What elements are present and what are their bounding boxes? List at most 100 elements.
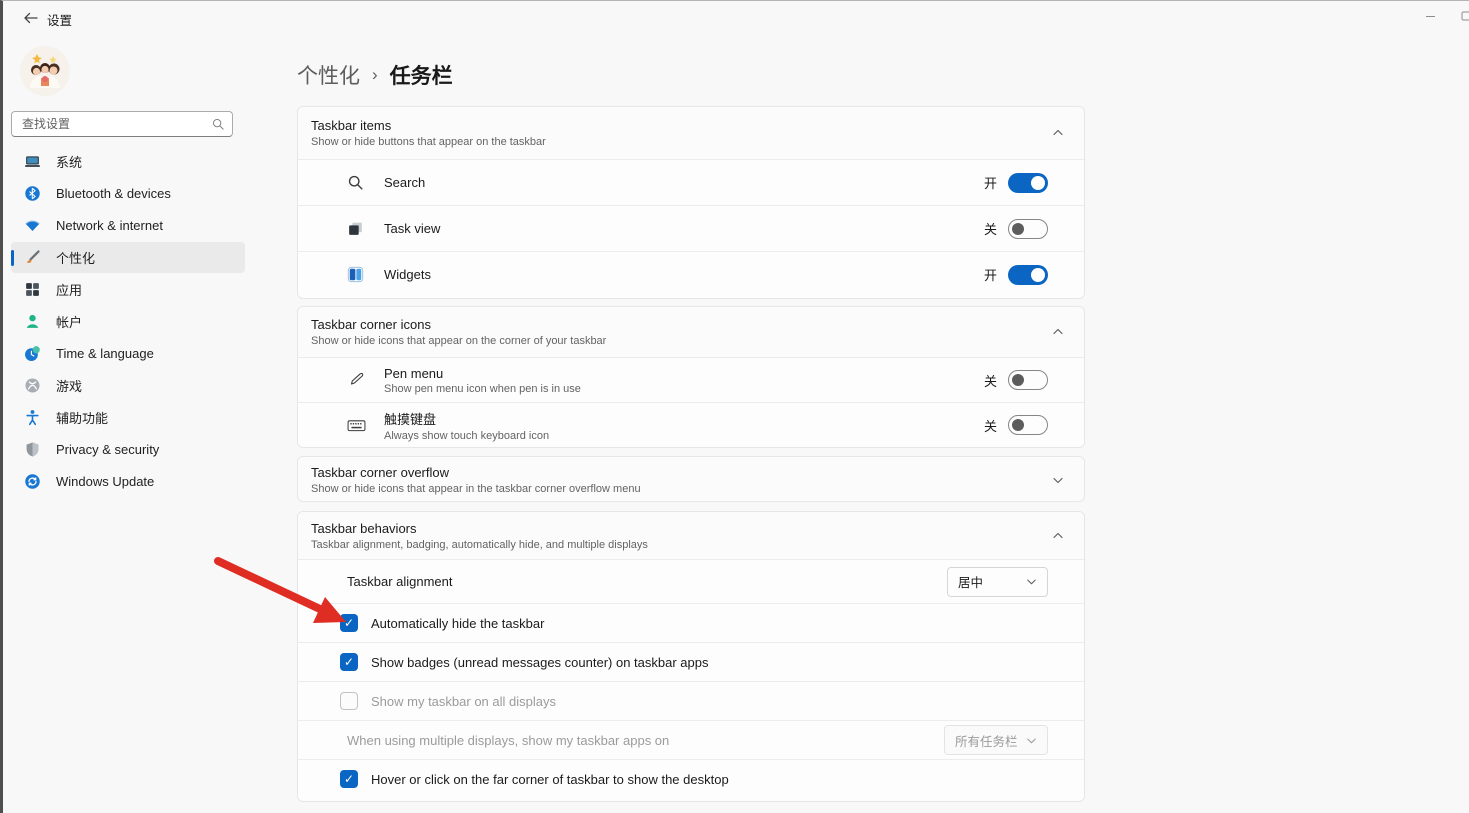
dropdown-value: 居中 (958, 572, 983, 591)
widgets-toggle-row: Widgets 开 (298, 251, 1084, 297)
multi-display-dropdown: 所有任务栏 (944, 725, 1048, 755)
pen-menu-toggle[interactable] (1008, 370, 1048, 390)
card-subtitle: Show or hide icons that appear on the co… (311, 335, 1052, 347)
row-label: Taskbar alignment (347, 574, 453, 589)
sidebar-item-label: Privacy & security (56, 442, 159, 457)
sidebar-item-label: 辅助功能 (56, 408, 108, 427)
search-icon (212, 118, 224, 130)
corner-overflow-header[interactable]: Taskbar corner overflow Show or hide ico… (298, 457, 1084, 502)
show-badges-checkbox[interactable]: ✓ (340, 653, 358, 671)
sidebar-item-label: 应用 (56, 280, 82, 299)
toggle-state-label: 关 (984, 416, 997, 435)
card-subtitle: Show or hide icons that appear in the ta… (311, 483, 1052, 495)
sidebar-item-label: 帐户 (56, 312, 82, 331)
touch-keyboard-row: 触摸键盘 Always show touch keyboard icon 关 (298, 402, 1084, 447)
sidebar-item-accounts[interactable]: 帐户 (11, 306, 245, 337)
search-input[interactable] (20, 116, 212, 132)
task-view-icon (347, 220, 369, 237)
sidebar-item-label: Bluetooth & devices (56, 186, 171, 201)
page-title: 任务栏 (390, 60, 453, 90)
chevron-up-icon (1052, 127, 1064, 139)
corner-icons-card: Taskbar corner icons Show or hide icons … (297, 306, 1085, 448)
corner-overflow-card: Taskbar corner overflow Show or hide ico… (297, 456, 1085, 502)
card-title: Taskbar items (311, 118, 1052, 133)
card-subtitle: Show or hide buttons that appear on the … (311, 136, 1052, 148)
widgets-toggle[interactable] (1008, 265, 1048, 285)
toggle-state-label: 关 (984, 371, 997, 390)
sidebar-item-bluetooth[interactable]: Bluetooth & devices (11, 178, 245, 209)
all-displays-row: Show my taskbar on all displays (298, 681, 1084, 720)
behaviors-card: Taskbar behaviors Taskbar alignment, bad… (297, 511, 1085, 802)
sidebar-item-accessibility[interactable]: 辅助功能 (11, 402, 245, 433)
sidebar-item-label: 游戏 (56, 376, 82, 395)
check-icon: ✓ (344, 656, 354, 668)
auto-hide-checkbox[interactable]: ✓ (340, 614, 358, 632)
corner-icons-header[interactable]: Taskbar corner icons Show or hide icons … (298, 307, 1084, 357)
toggle-state-label: 关 (984, 219, 997, 238)
app-title: 设置 (47, 10, 72, 29)
breadcrumb-separator: › (372, 65, 378, 85)
search-box (11, 111, 233, 137)
card-subtitle: Taskbar alignment, badging, automaticall… (311, 539, 1052, 551)
network-icon (24, 217, 41, 234)
row-label: Automatically hide the taskbar (371, 616, 544, 631)
sidebar-item-label: Network & internet (56, 218, 163, 233)
pen-icon (347, 371, 369, 389)
windows-update-icon (24, 473, 41, 490)
chevron-down-icon (1026, 576, 1037, 587)
touch-keyboard-icon (347, 418, 369, 433)
sidebar-item-privacy[interactable]: Privacy & security (11, 434, 245, 465)
task-view-toggle-row: Task view 关 (298, 205, 1084, 251)
avatar (20, 46, 70, 96)
sidebar-item-gaming[interactable]: 游戏 (11, 370, 245, 401)
privacy-icon (24, 441, 41, 458)
behaviors-header[interactable]: Taskbar behaviors Taskbar alignment, bad… (298, 512, 1084, 559)
multi-display-row: When using multiple displays, show my ta… (298, 720, 1084, 759)
apps-icon (24, 281, 41, 298)
row-label: Pen menu (384, 366, 581, 381)
taskbar-items-header[interactable]: Taskbar items Show or hide buttons that … (298, 107, 1084, 159)
sidebar-item-label: 个性化 (56, 248, 95, 267)
taskbar-alignment-row: Taskbar alignment 居中 (298, 559, 1084, 603)
sidebar-item-network[interactable]: Network & internet (11, 210, 245, 241)
personalization-icon (24, 249, 41, 266)
chevron-up-icon (1052, 326, 1064, 338)
toggle-state-label: 开 (984, 265, 997, 284)
card-title: Taskbar corner overflow (311, 465, 1052, 480)
show-badges-row: ✓ Show badges (unread messages counter) … (298, 642, 1084, 681)
minimize-icon (1425, 11, 1436, 22)
accessibility-icon (24, 409, 41, 426)
sidebar-item-system[interactable]: 系统 (11, 146, 245, 177)
sidebar-item-personalization[interactable]: 个性化 (11, 242, 245, 273)
hover-corner-row: ✓ Hover or click on the far corner of ta… (298, 759, 1084, 798)
sidebar-item-label: Time & language (56, 346, 154, 361)
task-view-toggle[interactable] (1008, 219, 1048, 239)
search-toggle[interactable] (1008, 173, 1048, 193)
back-button[interactable] (17, 7, 43, 29)
check-icon: ✓ (344, 773, 354, 785)
row-label: Show badges (unread messages counter) on… (371, 655, 708, 670)
sidebar-item-apps[interactable]: 应用 (11, 274, 245, 305)
row-label: Hover or click on the far corner of task… (371, 772, 729, 787)
sidebar-nav: 系统 Bluetooth & devices Network & interne… (3, 145, 253, 498)
search-icon (347, 174, 369, 191)
chevron-up-icon (1052, 530, 1064, 542)
row-label: Widgets (384, 267, 431, 282)
touch-keyboard-toggle[interactable] (1008, 415, 1048, 435)
row-label: 触摸键盘 (384, 409, 549, 428)
time-language-icon (24, 345, 41, 362)
minimize-button[interactable] (1413, 1, 1447, 31)
sidebar-item-windows-update[interactable]: Windows Update (11, 466, 245, 497)
maximize-button[interactable] (1449, 1, 1469, 31)
breadcrumb-parent[interactable]: 个性化 (297, 60, 360, 90)
maximize-icon (1461, 11, 1469, 21)
row-label: When using multiple displays, show my ta… (347, 733, 669, 748)
sidebar: 系统 Bluetooth & devices Network & interne… (3, 33, 253, 813)
search-toggle-row: Search 开 (298, 159, 1084, 205)
hover-corner-checkbox[interactable]: ✓ (340, 770, 358, 788)
sidebar-item-time-language[interactable]: Time & language (11, 338, 245, 369)
widgets-icon (347, 266, 369, 283)
row-sublabel: Show pen menu icon when pen is in use (384, 383, 581, 395)
all-displays-checkbox[interactable] (340, 692, 358, 710)
taskbar-alignment-dropdown[interactable]: 居中 (947, 567, 1048, 597)
